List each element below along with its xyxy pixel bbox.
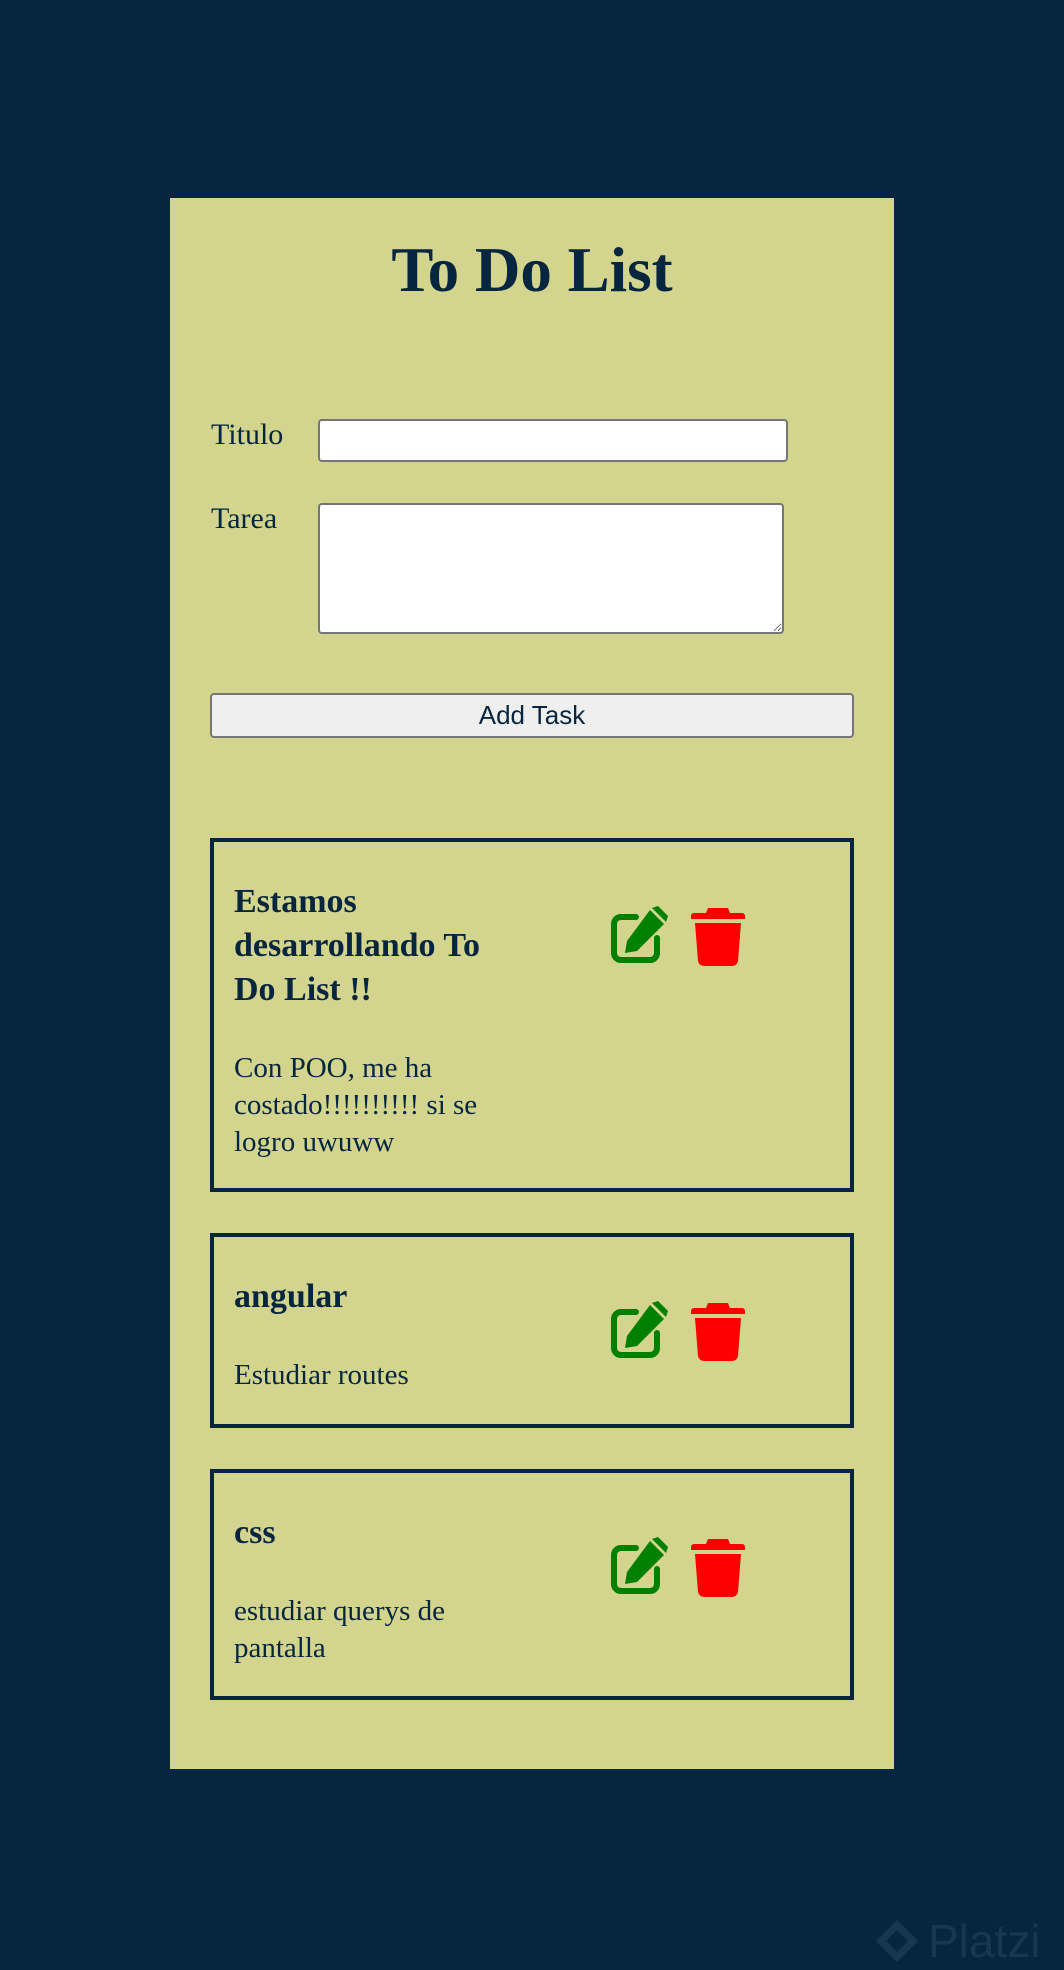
trash-icon [691, 1303, 745, 1362]
platzi-watermark: Platzi [872, 1916, 1040, 1966]
task-title: Estamos desarrollando To Do List !! [234, 883, 480, 1008]
edit-icon [611, 906, 668, 963]
edit-task-button[interactable] [606, 904, 670, 968]
task-title: angular [234, 1278, 348, 1315]
edit-icon [611, 1301, 668, 1358]
watermark-text: Platzi [928, 1915, 1041, 1967]
task-content: css estudiar querys de pantalla [234, 1511, 524, 1667]
task-description: Con POO, me ha costado!!!!!!!!!! si se l… [234, 1052, 478, 1158]
add-task-button[interactable]: Add Task [210, 693, 854, 738]
titulo-input[interactable] [318, 419, 788, 462]
trash-icon [691, 1539, 745, 1598]
tarea-textarea[interactable] [318, 503, 784, 634]
titulo-label: Titulo [211, 418, 284, 451]
task-description: Estudiar routes [234, 1359, 409, 1391]
task-card: angular Estudiar routes [210, 1233, 854, 1428]
delete-task-button[interactable] [686, 1535, 750, 1599]
task-content: Estamos desarrollando To Do List !! Con … [234, 880, 524, 1161]
task-card: Estamos desarrollando To Do List !! Con … [210, 838, 854, 1192]
page-title: To Do List [391, 235, 673, 305]
task-title: css [234, 1514, 276, 1551]
todo-app-panel: To Do List Titulo Tarea Add Task Estamos… [170, 198, 894, 1769]
tarea-label: Tarea [211, 502, 278, 535]
task-description: estudiar querys de pantalla [234, 1595, 445, 1664]
task-content: angular Estudiar routes [234, 1275, 524, 1394]
platzi-logo-icon [876, 1920, 918, 1962]
edit-task-button[interactable] [606, 1535, 670, 1599]
edit-icon [611, 1537, 668, 1594]
delete-task-button[interactable] [686, 904, 750, 968]
page: { "app": { "title": "To Do List", "bg_co… [0, 0, 1064, 1970]
task-card: css estudiar querys de pantalla [210, 1469, 854, 1700]
trash-icon [691, 908, 745, 967]
edit-task-button[interactable] [606, 1299, 670, 1363]
delete-task-button[interactable] [686, 1299, 750, 1363]
